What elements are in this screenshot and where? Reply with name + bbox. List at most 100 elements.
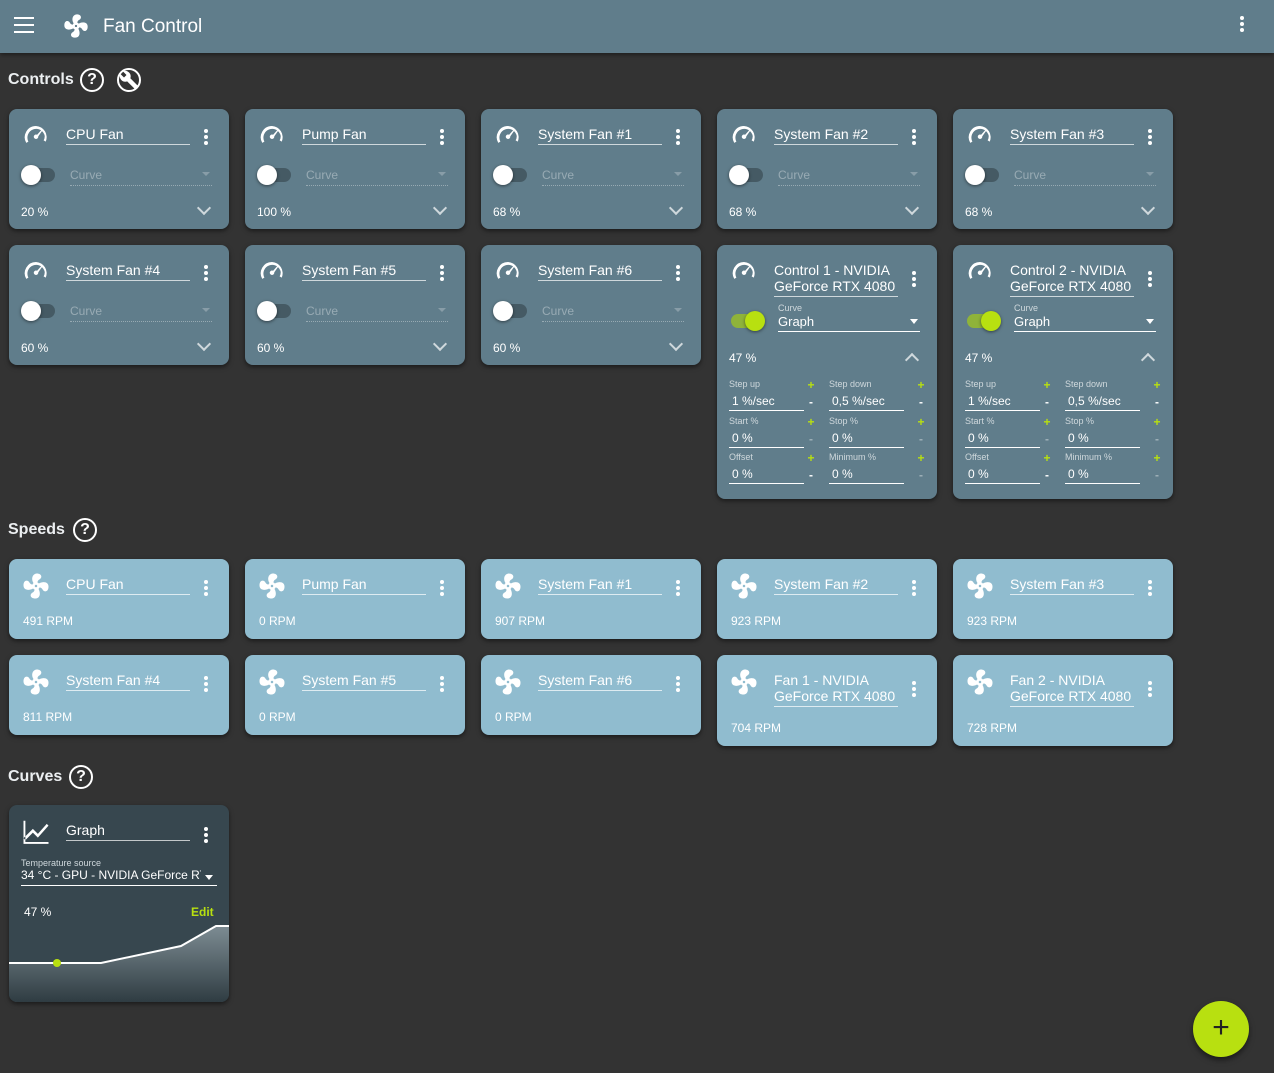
enable-toggle[interactable] <box>257 165 291 185</box>
plus-icon[interactable]: + <box>1042 415 1052 429</box>
minus-icon[interactable]: - <box>916 395 926 409</box>
expand-chevron-icon[interactable] <box>196 200 212 216</box>
speed-card[interactable]: Fan 2 - NVIDIA GeForce RTX 4080 728 RPM <box>953 655 1173 746</box>
speed-card[interactable]: System Fan #2 923 RPM <box>717 559 937 639</box>
enable-toggle[interactable] <box>731 311 765 331</box>
add-button[interactable]: + <box>1193 1001 1249 1057</box>
speed-options-icon[interactable] <box>1148 580 1152 598</box>
control-name[interactable]: System Fan #4 <box>66 262 190 281</box>
speed-card[interactable]: System Fan #6 0 RPM <box>481 655 701 735</box>
control-card[interactable]: Pump Fan Curve 100 % <box>245 109 465 229</box>
minus-icon[interactable]: - <box>1042 395 1052 409</box>
step-down-value[interactable]: 0,5 %/sec <box>829 391 904 411</box>
plus-icon[interactable]: + <box>916 451 926 465</box>
curve-name[interactable]: Graph <box>66 822 190 841</box>
controls-help-icon[interactable]: ? <box>80 68 104 92</box>
control-card[interactable]: System Fan #1 Curve 68 % <box>481 109 701 229</box>
wrench-icon[interactable] <box>117 68 141 92</box>
enable-toggle[interactable] <box>257 301 291 321</box>
speed-name[interactable]: Fan 1 - NVIDIA GeForce RTX 4080 <box>774 672 898 707</box>
speed-options-icon[interactable] <box>912 580 916 598</box>
curve-card[interactable]: Graph Temperature source 34 °C - GPU - N… <box>9 805 229 1002</box>
curve-select[interactable]: Curve <box>306 168 448 186</box>
expand-chevron-icon[interactable] <box>668 200 684 216</box>
curve-select[interactable]: Curve Graph <box>778 303 920 332</box>
minimum-value[interactable]: 0 % <box>1065 464 1140 484</box>
plus-icon[interactable]: + <box>916 415 926 429</box>
control-name[interactable]: System Fan #1 <box>538 126 662 145</box>
step-down-field[interactable]: Step down 0,5 %/sec <box>1065 379 1140 411</box>
stop-value[interactable]: 0 % <box>829 428 904 448</box>
curve-select[interactable]: Curve <box>70 304 212 322</box>
speed-name[interactable]: System Fan #2 <box>774 576 898 595</box>
control-options-icon[interactable] <box>204 265 208 283</box>
curve-select[interactable]: Curve <box>70 168 212 186</box>
gpu-control-card[interactable]: Control 2 - NVIDIA GeForce RTX 4080 Curv… <box>953 245 1173 499</box>
curve-select[interactable]: Curve <box>306 304 448 322</box>
expand-chevron-icon[interactable] <box>432 200 448 216</box>
enable-toggle[interactable] <box>493 165 527 185</box>
speed-card[interactable]: System Fan #3 923 RPM <box>953 559 1173 639</box>
speed-name[interactable]: CPU Fan <box>66 576 190 595</box>
step-up-value[interactable]: 1 %/sec <box>965 391 1040 411</box>
control-name[interactable]: Pump Fan <box>302 126 426 145</box>
speed-card[interactable]: Pump Fan 0 RPM <box>245 559 465 639</box>
control-name[interactable]: System Fan #6 <box>538 262 662 281</box>
minimum-field[interactable]: Minimum % 0 % <box>829 452 904 484</box>
collapse-chevron-icon[interactable] <box>904 352 920 368</box>
control-card[interactable]: System Fan #3 Curve 68 % <box>953 109 1173 229</box>
minus-icon[interactable]: - <box>916 468 926 482</box>
control-options-icon[interactable] <box>440 265 444 283</box>
speed-options-icon[interactable] <box>204 676 208 694</box>
minus-icon[interactable]: - <box>806 395 816 409</box>
speed-name[interactable]: System Fan #1 <box>538 576 662 595</box>
step-down-field[interactable]: Step down 0,5 %/sec <box>829 379 904 411</box>
control-card[interactable]: System Fan #6 Curve 60 % <box>481 245 701 365</box>
stop-field[interactable]: Stop % 0 % <box>1065 416 1140 448</box>
minus-icon[interactable]: - <box>806 468 816 482</box>
offset-field[interactable]: Offset 0 % <box>729 452 804 484</box>
step-up-field[interactable]: Step up 1 %/sec <box>965 379 1040 411</box>
start-value[interactable]: 0 % <box>729 428 804 448</box>
speed-options-icon[interactable] <box>676 676 680 694</box>
start-field[interactable]: Start % 0 % <box>965 416 1040 448</box>
speed-card[interactable]: Fan 1 - NVIDIA GeForce RTX 4080 704 RPM <box>717 655 937 746</box>
step-up-field[interactable]: Step up 1 %/sec <box>729 379 804 411</box>
minus-icon[interactable]: - <box>1152 432 1162 446</box>
speed-name[interactable]: System Fan #6 <box>538 672 662 691</box>
speed-name[interactable]: System Fan #4 <box>66 672 190 691</box>
speed-options-icon[interactable] <box>912 681 916 699</box>
plus-icon[interactable]: + <box>806 378 816 392</box>
step-up-value[interactable]: 1 %/sec <box>729 391 804 411</box>
enable-toggle[interactable] <box>967 311 1001 331</box>
control-name[interactable]: System Fan #2 <box>774 126 898 145</box>
plus-icon[interactable]: + <box>1152 451 1162 465</box>
collapse-chevron-icon[interactable] <box>1140 352 1156 368</box>
curve-select[interactable]: Curve <box>1014 168 1156 186</box>
speeds-help-icon[interactable]: ? <box>73 518 97 542</box>
control-options-icon[interactable] <box>440 129 444 147</box>
control-card[interactable]: System Fan #5 Curve 60 % <box>245 245 465 365</box>
control-name[interactable]: Control 2 - NVIDIA GeForce RTX 4080 <box>1010 262 1134 297</box>
plus-icon[interactable]: + <box>1152 415 1162 429</box>
offset-value[interactable]: 0 % <box>965 464 1040 484</box>
curve-select[interactable]: Curve Graph <box>1014 303 1156 332</box>
stop-value[interactable]: 0 % <box>1065 428 1140 448</box>
minus-icon[interactable]: - <box>1152 395 1162 409</box>
offset-value[interactable]: 0 % <box>729 464 804 484</box>
speed-name[interactable]: System Fan #3 <box>1010 576 1134 595</box>
step-down-value[interactable]: 0,5 %/sec <box>1065 391 1140 411</box>
expand-chevron-icon[interactable] <box>432 336 448 352</box>
enable-toggle[interactable] <box>729 165 763 185</box>
speed-name[interactable]: Pump Fan <box>302 576 426 595</box>
minus-icon[interactable]: - <box>1042 468 1052 482</box>
enable-toggle[interactable] <box>21 301 55 321</box>
plus-icon[interactable]: + <box>806 451 816 465</box>
control-options-icon[interactable] <box>676 129 680 147</box>
speed-options-icon[interactable] <box>440 676 444 694</box>
start-field[interactable]: Start % 0 % <box>729 416 804 448</box>
curve-select[interactable]: Curve <box>542 168 684 186</box>
expand-chevron-icon[interactable] <box>668 336 684 352</box>
enable-toggle[interactable] <box>965 165 999 185</box>
temperature-source-select[interactable]: Temperature source 34 °C - GPU - NVIDIA … <box>21 858 217 886</box>
